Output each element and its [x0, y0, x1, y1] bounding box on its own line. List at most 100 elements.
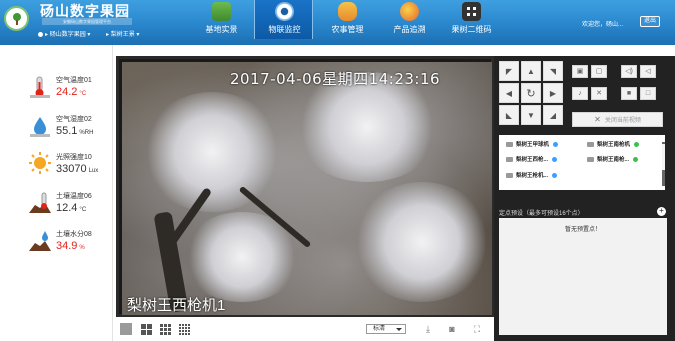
preset-header: 定点预设（最多可预设16个点）: [499, 211, 584, 217]
app-header: 砀山数字果园 安徽砀山数字果园管理平台 ▸ 砀山数字果园 ▾ ▸ 梨树王景 ▾ …: [0, 0, 675, 45]
layout-3x3-button[interactable]: [159, 323, 171, 335]
camera-icon: [275, 2, 294, 21]
sensor-item[interactable]: 光照强度10 33070 Lux: [0, 148, 113, 184]
video-toolbar: 标清 ⤓ ◙ ⛶: [116, 320, 494, 341]
ptz-reset-icon[interactable]: ↻: [521, 83, 541, 103]
layout-1x1-button[interactable]: [120, 323, 132, 335]
tab-farm-management[interactable]: 农事管理: [318, 0, 377, 38]
status-dot: [633, 157, 639, 163]
sensor-item[interactable]: 空气温度01 24.2 °C: [0, 71, 113, 107]
camera-icon: [587, 157, 594, 163]
close-video-label: 关闭当前视频: [604, 118, 641, 124]
sensor-item[interactable]: 土壤水分08 34.9%: [0, 225, 113, 261]
snapshot-camera-icon[interactable]: ◙: [447, 324, 457, 334]
field-icon: [212, 2, 231, 21]
stop-record-icon[interactable]: □: [640, 87, 656, 100]
sensor-value: 55.1 %RH: [56, 125, 94, 137]
humidity-drop-icon: [30, 117, 50, 137]
camera-list: 梨树王甲球机 梨树王南枪机 梨树王西枪... 梨树王南枪... 梨树王枪机...: [499, 135, 665, 190]
tab-label: 产品追溯: [393, 25, 426, 34]
ptz-right-button[interactable]: ▶: [543, 83, 563, 103]
blossom-cluster: [352, 182, 492, 302]
download-icon[interactable]: ⤓: [423, 324, 433, 334]
fullscreen-icon[interactable]: ⛶: [472, 324, 482, 334]
soil-moisture-icon: [29, 231, 51, 251]
video-feed[interactable]: 2017-04-06星期四14:23:16 梨树王西枪机1: [122, 62, 492, 315]
microphone-icon[interactable]: ♪: [572, 87, 588, 100]
worker-icon: [338, 2, 357, 21]
soil-thermometer-icon: [29, 192, 51, 213]
sensor-value: 24.2 °C: [56, 86, 87, 98]
sensor-name: 土壤水分08: [56, 231, 92, 238]
volume-up-icon[interactable]: ◁): [621, 65, 637, 78]
tab-label: 农事管理: [331, 25, 364, 34]
ptz-controls: ◤ ▲ ◥ ◀ ↻ ▶ ◣ ▼ ◢: [499, 61, 565, 127]
ptz-down-left-button[interactable]: ◣: [499, 105, 519, 125]
volume-down-icon[interactable]: ◁: [640, 65, 656, 78]
close-icon: ✕: [594, 115, 601, 124]
video-timestamp: 2017-04-06星期四14:23:16: [230, 70, 441, 88]
sensor-name: 土壤温度06: [56, 193, 92, 200]
close-video-button[interactable]: ✕ 关闭当前视频: [572, 112, 663, 127]
status-dot: [553, 142, 559, 148]
camera-list-scrollbar[interactable]: [662, 142, 665, 186]
video-player[interactable]: 2017-04-06星期四14:23:16 梨树王西枪机1: [116, 56, 494, 317]
camera-icon: [506, 173, 513, 179]
tab-label: 物联监控: [268, 25, 301, 34]
quality-value: 标清: [373, 326, 386, 332]
scrollbar-thumb[interactable]: [662, 144, 665, 170]
camera-icon: [587, 142, 594, 148]
ptz-down-button[interactable]: ▼: [521, 105, 541, 125]
location-select-scene[interactable]: ▸ 梨树王景 ▾: [106, 32, 139, 38]
add-preset-icon[interactable]: +: [657, 207, 666, 216]
tab-product-trace[interactable]: 产品追溯: [380, 0, 439, 38]
thermometer-icon: [30, 76, 50, 98]
layout-4x4-button[interactable]: [178, 323, 190, 335]
zoom-out-icon[interactable]: ▢: [591, 65, 607, 78]
ptz-left-button[interactable]: ◀: [499, 83, 519, 103]
blossom-cluster: [142, 92, 282, 212]
logout-button[interactable]: 退出: [640, 16, 660, 27]
map-pin-icon: [38, 31, 43, 37]
camera-caption: 梨树王西枪机1: [127, 297, 226, 314]
camera-item[interactable]: 梨树王甲球机: [506, 139, 559, 151]
preset-list: 暂无预置点！: [499, 218, 667, 335]
ptz-down-right-button[interactable]: ◢: [543, 105, 563, 125]
status-dot: [552, 157, 558, 163]
camera-item[interactable]: 梨树王西枪...: [506, 154, 558, 166]
chevron-down-icon: [396, 328, 402, 331]
camera-item[interactable]: 梨树王南枪机: [587, 139, 640, 151]
camera-item[interactable]: 梨树王南枪...: [587, 154, 639, 166]
ptz-up-button[interactable]: ▲: [521, 61, 541, 81]
mute-icon[interactable]: ✕: [591, 87, 607, 100]
camera-icon: [506, 157, 513, 163]
sensor-name: 光照强度10: [56, 154, 92, 161]
qrcode-icon: [462, 2, 481, 21]
ptz-up-right-button[interactable]: ◥: [543, 61, 563, 81]
layout-2x2-button[interactable]: [140, 323, 152, 335]
tree-trunk: [16, 20, 18, 25]
sensor-panel: 空气温度01 24.2 °C 空气湿度02 55.1 %RH 光照强度10 3307…: [0, 45, 113, 341]
status-dot: [552, 173, 558, 179]
location-select-orchard[interactable]: ▸ 砀山数字果园 ▾: [38, 31, 90, 38]
ptz-up-left-button[interactable]: ◤: [499, 61, 519, 81]
record-icon[interactable]: ■: [621, 87, 637, 100]
tab-iot-monitor[interactable]: 物联监控: [254, 0, 313, 39]
sensor-item[interactable]: 土壤温度06 12.4 °C: [0, 187, 113, 223]
user-greeting: 欢迎您，砀山...: [582, 22, 624, 28]
preset-empty-message: 暂无预置点！: [564, 227, 601, 233]
fruit-basket-icon: [400, 2, 419, 21]
sensor-name: 空气湿度02: [56, 116, 92, 123]
quality-select[interactable]: 标清: [366, 324, 406, 334]
sun-icon: [29, 152, 51, 174]
camera-item[interactable]: 梨树王枪机...: [506, 170, 558, 182]
tab-label: 基地实景: [205, 25, 238, 34]
sensor-item[interactable]: 空气湿度02 55.1 %RH: [0, 110, 113, 146]
sensor-value: 12.4 °C: [56, 202, 87, 214]
tab-tree-qrcode[interactable]: 果树二维码: [442, 0, 501, 38]
tab-label: 果树二维码: [451, 25, 492, 34]
camera-icon: [506, 142, 513, 148]
zoom-in-icon[interactable]: ▣: [572, 65, 588, 78]
app-logo: [4, 6, 29, 31]
tab-base-scene[interactable]: 基地实景: [192, 0, 251, 38]
